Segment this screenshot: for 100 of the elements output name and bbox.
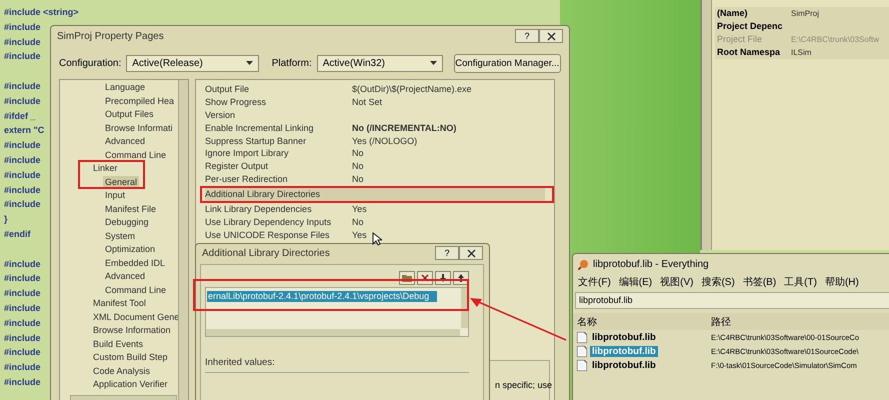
property-name[interactable]: Suppress Startup Banner — [205, 134, 352, 148]
code-line: #include <string> — [4, 7, 79, 17]
property-name[interactable]: Version — [205, 108, 352, 122]
property-row[interactable]: Link Library Dependencies Yes — [205, 203, 545, 216]
property-row[interactable]: Per-user Redirection No — [205, 173, 545, 186]
inherited-values-label: Inherited values: — [205, 357, 276, 368]
property-row[interactable]: Show Progress Not Set — [205, 96, 545, 109]
tree-item[interactable]: Manifest Tool — [91, 297, 148, 310]
file-name[interactable]: libprotobuf.lib — [590, 360, 658, 370]
file-icon — [577, 360, 587, 370]
annotation-box — [78, 160, 145, 189]
menu-item[interactable]: 帮助(H) — [824, 275, 859, 289]
window-title: SimProj Property Pages — [57, 30, 164, 42]
property-name[interactable]: Show Progress — [205, 96, 352, 109]
help-button[interactable]: ? — [515, 29, 539, 43]
platform-label: Platform: — [272, 58, 312, 68]
property-row[interactable]: Enable Incremental Linking No (/INCREMENTAL:NO) — [205, 122, 545, 135]
tree-item[interactable]: Linker — [91, 162, 120, 176]
tree-item[interactable]: Command Line — [103, 284, 168, 297]
menu-item[interactable]: 文件(F) — [578, 275, 611, 289]
close-icon — [466, 248, 476, 258]
code-line: #include — [4, 36, 41, 47]
property-name[interactable]: Ignore Import Library — [205, 147, 352, 160]
tree-item[interactable]: Language — [103, 81, 148, 94]
code-line: #include — [4, 51, 41, 62]
description-text: n specific; use — [495, 380, 552, 390]
tree-item[interactable]: Embedded IDL — [103, 256, 168, 270]
property-row[interactable]: Register Output No — [205, 160, 545, 174]
property-value: No — [352, 216, 364, 229]
caret-icon — [246, 61, 253, 65]
tree-item[interactable]: Browse Informati — [103, 122, 175, 135]
code-line: #include — [4, 258, 41, 269]
menu-item[interactable]: 工具(T) — [784, 275, 817, 289]
property-name[interactable]: Output File — [205, 83, 352, 96]
search-field[interactable]: libprotobuf.lib — [575, 292, 889, 309]
magnifier-icon — [578, 258, 589, 270]
property-name[interactable]: Enable Incremental Linking — [205, 122, 352, 135]
scrollbar[interactable] — [178, 80, 188, 400]
property-name: (Name) — [716, 7, 749, 20]
property-value: No (/INCREMENTAL:NO) — [352, 122, 456, 135]
menu-item[interactable]: 编辑(E) — [618, 275, 652, 289]
tree-item[interactable]: Advanced — [103, 135, 148, 148]
property-name[interactable]: Use Library Dependency Inputs — [205, 216, 352, 229]
help-button[interactable]: ? — [435, 246, 459, 260]
property-name[interactable]: Additional Library Directories — [205, 186, 352, 204]
code-line: #include — [4, 332, 41, 343]
code-line: #include — [4, 288, 41, 298]
configuration-manager-button[interactable]: Configuration Manager... — [454, 54, 561, 72]
tree-item[interactable]: Input — [103, 189, 128, 202]
configuration-dropdown[interactable]: Active(Release) — [126, 54, 259, 72]
tree-item[interactable]: XML Document Gene — [91, 310, 182, 324]
property-value: E:\C4RBC\trunk\03Softw — [791, 34, 880, 46]
property-row[interactable]: Ignore Import Library No — [205, 147, 545, 160]
tree-item[interactable]: Optimization — [103, 243, 158, 256]
tree-item[interactable]: Custom Build Step — [91, 351, 170, 364]
tree-item[interactable]: Debugging — [103, 216, 151, 230]
code-line: #include — [4, 347, 41, 358]
tree-item[interactable]: Precompiled Hea — [103, 94, 176, 108]
column-header[interactable]: 路径 — [711, 314, 731, 328]
menu-item[interactable]: 书签(B) — [742, 275, 776, 289]
property-name[interactable]: Register Output — [205, 160, 352, 174]
tree-item[interactable]: Build Events — [91, 338, 146, 351]
tree-item[interactable]: Code Analysis — [91, 364, 152, 378]
scrollbar[interactable] — [206, 329, 460, 336]
tree-item[interactable]: System — [103, 230, 138, 243]
code-line: #include — [4, 22, 41, 32]
property-row[interactable]: Output File $(OutDir)\$(ProjectName).exe — [205, 83, 545, 96]
code-line: #include — [4, 154, 41, 165]
code-line: #include — [4, 302, 41, 313]
tree-item[interactable]: Browse Information — [91, 324, 173, 338]
tree-item[interactable]: Application Verifier — [91, 378, 170, 392]
close-button[interactable] — [539, 29, 563, 43]
property-row[interactable]: Use Library Dependency Inputs No — [205, 216, 545, 229]
menu-item[interactable]: 视图(V) — [660, 275, 694, 289]
file-name[interactable]: libprotobuf.lib — [590, 332, 658, 342]
code-line: #endif — [4, 228, 31, 239]
close-button[interactable] — [459, 246, 483, 260]
property-value: No — [352, 160, 364, 174]
tree-item[interactable]: Manifest File — [103, 202, 158, 216]
platform-dropdown[interactable]: Active(Win32) — [316, 54, 443, 72]
code-line: #include — [4, 376, 41, 387]
property-name[interactable]: Link Library Dependencies — [205, 203, 352, 216]
file-name[interactable]: libprotobuf.lib — [590, 346, 658, 356]
property-value: SimProj — [791, 8, 820, 20]
property-row[interactable]: Version — [205, 108, 545, 122]
property-name[interactable]: Per-user Redirection — [205, 173, 352, 186]
directory-entry[interactable]: ernalLib\protobuf-2.4.1\protobuf-2.4.1\vsprojects\Debug — [207, 291, 438, 302]
window-title: libprotobuf.lib - Everything — [593, 258, 709, 270]
property-row[interactable]: Suppress Startup Banner Yes (/NOLOGO) — [205, 134, 545, 148]
tree-item[interactable]: Command Line — [103, 148, 168, 162]
tree-item[interactable]: Output Files — [103, 108, 156, 122]
property-name: Project Depenc — [716, 20, 784, 33]
code-line: extern "C — [4, 125, 44, 136]
file-icon — [577, 332, 587, 342]
property-name[interactable]: Use UNICODE Response Files — [205, 228, 352, 242]
menu-item[interactable]: 搜索(S) — [701, 275, 735, 289]
column-header[interactable]: 名称 — [573, 314, 711, 328]
scrollbar[interactable] — [702, 0, 712, 250]
property-row[interactable]: Use UNICODE Response Files Yes — [205, 228, 545, 242]
tree-item[interactable]: Advanced — [103, 270, 148, 284]
